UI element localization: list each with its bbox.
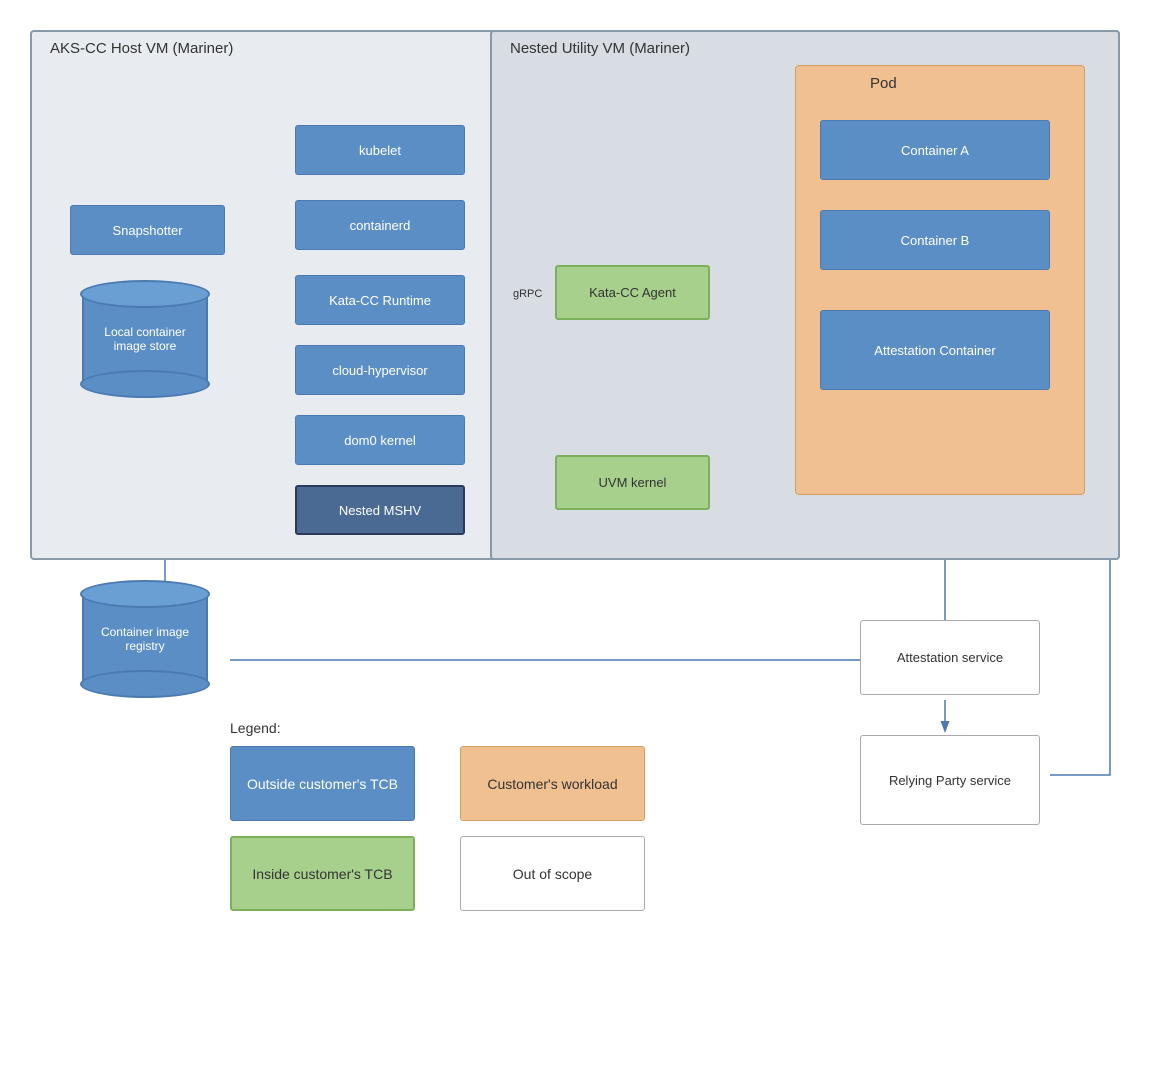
- nested-vm-label: Nested Utility VM (Mariner): [510, 40, 690, 57]
- container-a-box: Container A: [820, 120, 1050, 180]
- kata-cc-agent-box: Kata-CC Agent: [555, 265, 710, 320]
- cloud-hypervisor-box: cloud-hypervisor: [295, 345, 465, 395]
- cyl-bottom: [80, 370, 210, 398]
- dom0-kernel-box: dom0 kernel: [295, 415, 465, 465]
- attestation-service-box: Attestation service: [860, 620, 1040, 695]
- container-image-registry: Container image registry: [80, 580, 210, 698]
- relying-party-service-box: Relying Party service: [860, 735, 1040, 825]
- registry-cyl-bottom: [80, 670, 210, 698]
- snapshotter-box: Snapshotter: [70, 205, 225, 255]
- grpc-label: gRPC: [513, 288, 542, 300]
- registry-cyl-top: [80, 580, 210, 608]
- legend-grid: Outside customer's TCB Customer's worklo…: [230, 746, 660, 911]
- local-container-store: Local container image store: [80, 280, 210, 398]
- attestation-container-box: Attestation Container: [820, 310, 1050, 390]
- legend-inside-tcb: Inside customer's TCB: [230, 836, 415, 911]
- nested-mshv-box: Nested MSHV: [295, 485, 465, 535]
- uvm-kernel-box: UVM kernel: [555, 455, 710, 510]
- aks-host-label: AKS-CC Host VM (Mariner): [50, 40, 233, 57]
- kubelet-box: kubelet: [295, 125, 465, 175]
- legend-title: Legend:: [230, 720, 660, 736]
- legend-out-of-scope: Out of scope: [460, 836, 645, 911]
- diagram-container: AKS-CC Host VM (Mariner) Nested Utility …: [0, 0, 1159, 1086]
- kata-cc-runtime-box: Kata-CC Runtime: [295, 275, 465, 325]
- pod-label: Pod: [870, 75, 897, 92]
- containerd-box: containerd: [295, 200, 465, 250]
- legend-outside-tcb: Outside customer's TCB: [230, 746, 415, 821]
- cyl-top: [80, 280, 210, 308]
- legend-area: Legend: Outside customer's TCB Customer'…: [230, 720, 660, 911]
- container-b-box: Container B: [820, 210, 1050, 270]
- legend-customer-workload: Customer's workload: [460, 746, 645, 821]
